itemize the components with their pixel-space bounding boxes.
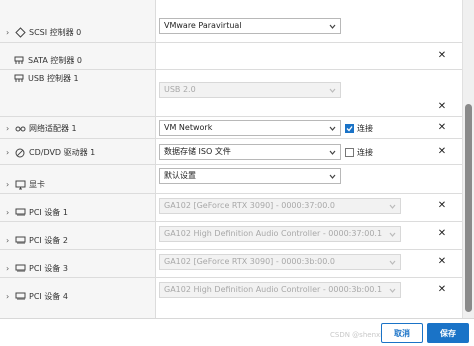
cd-dvd-icon [14, 148, 26, 158]
row-scsi-controller: › SCSI 控制器 0 VMware Paravirtual [0, 0, 462, 43]
network-select[interactable]: VM Network [159, 120, 341, 136]
pci-device-select[interactable]: GA102 [GeForce RTX 3090] - 0000:3b:00.0 [159, 254, 401, 270]
row-label: PCI 设备 1 [29, 208, 68, 217]
row-cd-dvd-drive: › CD/DVD 驱动器 1 数据存储 ISO 文件 连接 ✕ [0, 139, 462, 165]
row-label: SCSI 控制器 0 [29, 28, 82, 37]
row-label: 显卡 [29, 180, 45, 189]
remove-device-button[interactable]: ✕ [437, 201, 447, 211]
chevron-down-icon [389, 260, 396, 265]
hardware-settings-panel: › SCSI 控制器 0 VMware Paravirtual SATA 控制器… [0, 0, 474, 318]
scsi-icon [14, 27, 26, 38]
chevron-down-icon [389, 204, 396, 209]
pci-device-select[interactable]: GA102 [GeForce RTX 3090] - 0000:37:00.0 [159, 198, 401, 214]
checkbox-unchecked-icon [345, 148, 354, 157]
pci-device-select[interactable]: GA102 High Definition Audio Controller -… [159, 282, 401, 298]
remove-device-button[interactable]: ✕ [437, 123, 447, 133]
connect-checkbox[interactable]: 连接 [345, 147, 373, 158]
chevron-down-icon [329, 126, 336, 131]
usb-type-select[interactable]: USB 2.0 [159, 82, 341, 98]
remove-device-button[interactable]: ✕ [437, 51, 447, 61]
chevron-down-icon [329, 88, 336, 93]
save-button[interactable]: 保存 [427, 323, 469, 343]
remove-device-button[interactable]: ✕ [437, 102, 447, 112]
remove-device-button[interactable]: ✕ [437, 229, 447, 239]
remove-device-button[interactable]: ✕ [437, 285, 447, 295]
sata-icon [13, 56, 25, 66]
chevron-down-icon [389, 232, 396, 237]
pci-icon [14, 264, 26, 274]
chevron-right-icon[interactable]: › [6, 180, 14, 189]
pci-icon [14, 292, 26, 302]
row-label: CD/DVD 驱动器 1 [29, 148, 96, 157]
checkbox-checked-icon [345, 124, 354, 133]
chevron-right-icon[interactable]: › [6, 292, 14, 301]
row-sata-controller: SATA 控制器 0 ✕ [0, 43, 462, 70]
chevron-right-icon[interactable]: › [6, 264, 14, 273]
display-icon [14, 180, 26, 190]
chevron-down-icon [389, 288, 396, 293]
row-label: 网络适配器 1 [29, 124, 77, 133]
chevron-right-icon[interactable]: › [6, 148, 14, 157]
remove-device-button[interactable]: ✕ [437, 147, 447, 157]
row-label: SATA 控制器 0 [28, 56, 82, 65]
video-card-select[interactable]: 默认设置 [159, 168, 341, 184]
chevron-right-icon[interactable]: › [6, 28, 14, 37]
pci-icon [14, 236, 26, 246]
scrollbar-thumb[interactable] [465, 104, 472, 312]
vertical-scrollbar[interactable] [462, 0, 474, 318]
row-usb-controller: USB 控制器 1 USB 2.0 ✕ [0, 70, 462, 117]
row-label: PCI 设备 4 [29, 292, 68, 301]
remove-device-button[interactable]: ✕ [437, 257, 447, 267]
dialog-footer: CSDN @shenxian 取消 保存 [0, 318, 474, 346]
chevron-down-icon [329, 150, 336, 155]
row-pci-device-1: › PCI 设备 1 GA102 [GeForce RTX 3090] - 00… [0, 194, 462, 222]
chevron-right-icon[interactable]: › [6, 236, 14, 245]
row-label: PCI 设备 2 [29, 236, 68, 245]
chevron-down-icon [329, 174, 336, 179]
row-network-adapter: › 网络适配器 1 VM Network 连接 ✕ [0, 117, 462, 139]
scsi-type-select[interactable]: VMware Paravirtual [159, 18, 341, 34]
row-video-card: › 显卡 默认设置 [0, 165, 462, 194]
chevron-right-icon[interactable]: › [6, 124, 14, 133]
pci-device-select[interactable]: GA102 High Definition Audio Controller -… [159, 226, 401, 242]
row-label: PCI 设备 3 [29, 264, 68, 273]
cd-dvd-media-select[interactable]: 数据存储 ISO 文件 [159, 144, 341, 160]
row-label: USB 控制器 1 [28, 74, 79, 83]
network-adapter-icon [14, 124, 26, 134]
row-pci-device-2: › PCI 设备 2 GA102 High Definition Audio C… [0, 222, 462, 250]
usb-icon [13, 74, 25, 84]
cancel-button[interactable]: 取消 [381, 323, 423, 343]
chevron-right-icon[interactable]: › [6, 208, 14, 217]
row-pci-device-3: › PCI 设备 3 GA102 [GeForce RTX 3090] - 00… [0, 250, 462, 278]
chevron-down-icon [329, 24, 336, 29]
pci-icon [14, 208, 26, 218]
row-pci-device-4: › PCI 设备 4 GA102 High Definition Audio C… [0, 278, 462, 318]
connect-checkbox[interactable]: 连接 [345, 123, 373, 134]
